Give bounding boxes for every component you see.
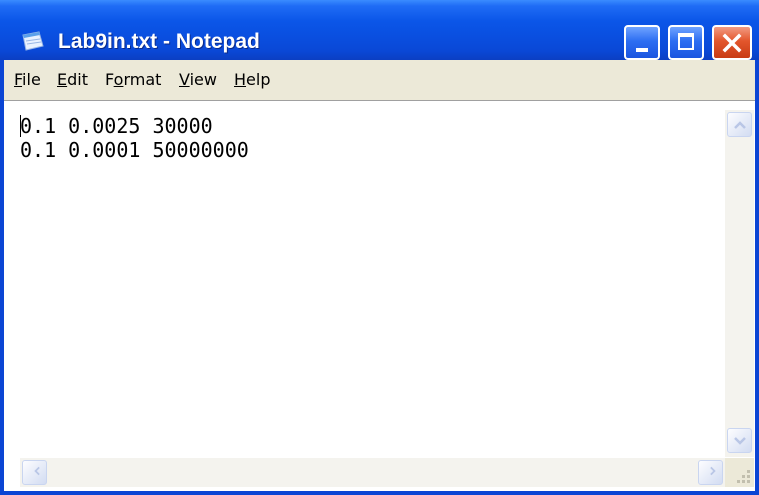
horizontal-scrollbar[interactable] xyxy=(20,458,725,487)
close-icon xyxy=(722,33,742,53)
menu-edit-label: dit xyxy=(67,70,88,89)
minimize-icon xyxy=(636,48,648,52)
title-bar[interactable]: Lab9in.txt - Notepad xyxy=(0,0,759,60)
maximize-button[interactable] xyxy=(668,25,704,60)
menu-view-accel: V xyxy=(179,70,190,89)
arrow-right-icon xyxy=(710,466,716,476)
menu-format-label: rmat xyxy=(123,70,162,89)
menu-view-label: iew xyxy=(189,70,217,89)
menu-format-pre: F xyxy=(105,70,114,89)
scroll-left-button[interactable] xyxy=(22,460,47,485)
menu-edit-accel: E xyxy=(57,70,68,89)
window-title: Lab9in.txt - Notepad xyxy=(58,30,260,53)
notepad-window: Lab9in.txt - Notepad File Edit Format Vi… xyxy=(0,0,759,495)
text-caret xyxy=(20,115,21,137)
menu-file-label: ile xyxy=(22,70,41,89)
menu-help-accel: H xyxy=(234,70,247,89)
menu-file[interactable]: File xyxy=(14,67,41,93)
menu-edit[interactable]: Edit xyxy=(57,67,88,93)
minimize-button[interactable] xyxy=(624,25,660,60)
arrow-up-icon xyxy=(734,121,746,129)
arrow-left-icon xyxy=(34,466,40,476)
menu-help[interactable]: Help xyxy=(234,67,270,93)
notepad-icon xyxy=(22,31,44,51)
menu-file-accel: F xyxy=(14,70,23,89)
close-button[interactable] xyxy=(712,25,752,60)
resize-grip-icon xyxy=(737,470,750,483)
editor-text[interactable]: 0.1 0.0025 30000 0.1 0.0001 50000000 xyxy=(20,114,249,162)
menu-format[interactable]: Format xyxy=(105,67,161,93)
menu-help-label: elp xyxy=(246,70,271,89)
maximize-icon xyxy=(678,33,694,50)
menu-bar: File Edit Format View Help xyxy=(4,60,755,100)
vertical-scrollbar[interactable] xyxy=(725,110,754,457)
arrow-down-icon xyxy=(734,437,746,445)
size-grip[interactable] xyxy=(725,458,754,487)
scroll-up-button[interactable] xyxy=(727,112,752,137)
scroll-down-button[interactable] xyxy=(727,428,752,453)
menu-format-accel: o xyxy=(113,70,124,89)
menu-view[interactable]: View xyxy=(179,67,217,93)
scroll-right-button[interactable] xyxy=(698,460,723,485)
